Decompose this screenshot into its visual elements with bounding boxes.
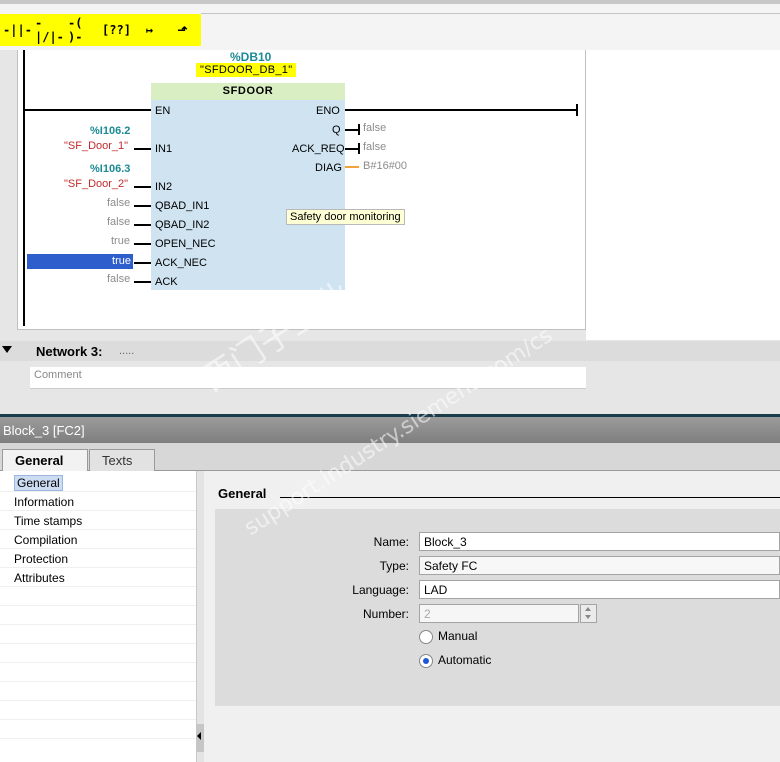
spin-down-icon[interactable] — [585, 615, 591, 619]
pin-ack-req: ACK_REQ — [292, 143, 345, 155]
eno-wire-end — [576, 104, 578, 116]
ack-req-value[interactable]: false — [363, 141, 386, 153]
pin-ack: ACK — [155, 276, 178, 288]
pin-qbad-in2: QBAD_IN2 — [155, 219, 210, 231]
q-wire-tick — [358, 124, 360, 135]
in1-symbol[interactable]: "SF_Door_1" — [64, 140, 128, 152]
pin-diag: DIAG — [315, 162, 342, 174]
pin-in2: IN2 — [155, 181, 173, 193]
nav-item-time-stamps[interactable]: Time stamps — [14, 514, 82, 528]
language-select[interactable]: LAD — [419, 580, 780, 599]
name-label: Name: — [373, 535, 409, 549]
section-title: General — [218, 486, 267, 501]
function-block-title: SFDOOR — [151, 83, 345, 100]
number-label: Number: — [362, 607, 409, 621]
close-branch-icon[interactable]: ⬏ — [167, 17, 198, 43]
ack-value[interactable]: false — [107, 273, 130, 285]
network-3-title: Network 3: — [36, 344, 103, 359]
tab-texts[interactable]: Texts — [89, 449, 155, 471]
section-rule — [280, 497, 780, 498]
pin-open-nec: OPEN_NEC — [155, 238, 216, 250]
lad-instruction-toolbar: -||- -|/|- -( )- [??] ↦ ⬏ — [0, 14, 201, 46]
q-wire — [345, 129, 359, 131]
network-3-name[interactable]: ..... — [119, 345, 134, 357]
network-3-comment[interactable]: Comment — [30, 367, 586, 389]
pin-q: Q — [332, 124, 341, 136]
automatic-radio[interactable] — [419, 654, 433, 668]
qbad-in2-value[interactable]: false — [107, 216, 130, 228]
name-field[interactable]: Block_3 — [419, 532, 780, 551]
tab-general[interactable]: General — [2, 449, 88, 472]
type-label: Type: — [379, 559, 409, 573]
qbad-in1-wire — [134, 205, 151, 207]
q-value[interactable]: false — [363, 122, 386, 134]
pin-ack-nec: ACK_NEC — [155, 257, 207, 269]
pin-qbad-in1: QBAD_IN1 — [155, 200, 210, 212]
nav-item-information[interactable]: Information — [14, 495, 74, 509]
qbad-in2-wire — [134, 224, 151, 226]
in2-symbol[interactable]: "SF_Door_2" — [64, 178, 128, 190]
qbad-in1-value[interactable]: false — [107, 197, 130, 209]
nav-item-protection[interactable]: Protection — [14, 552, 68, 566]
collapse-arrow-icon[interactable] — [2, 346, 12, 353]
ack-nec-value[interactable]: true — [27, 254, 133, 269]
in2-wire — [134, 186, 151, 188]
pin-in1: IN1 — [155, 143, 173, 155]
in1-wire — [134, 148, 151, 150]
manual-radio-label[interactable]: Manual — [438, 629, 477, 643]
block-tooltip: Safety door monitoring — [286, 209, 405, 225]
nc-contact-icon[interactable]: -|/|- — [35, 16, 66, 44]
pin-eno: ENO — [316, 105, 340, 117]
in1-address: %I106.2 — [90, 125, 131, 137]
nav-scrollbar[interactable] — [196, 471, 204, 762]
ack-wire — [134, 281, 151, 283]
open-nec-wire — [134, 243, 151, 245]
type-field: Safety FC — [419, 556, 780, 575]
spin-up-icon[interactable] — [585, 607, 591, 611]
editor-background — [586, 50, 780, 340]
network-3-header[interactable] — [0, 341, 780, 361]
pin-en: EN — [155, 105, 171, 117]
eno-wire — [345, 109, 577, 111]
in2-address: %I106.3 — [90, 163, 131, 175]
manual-radio[interactable] — [419, 630, 433, 644]
automatic-radio-label[interactable]: Automatic — [438, 653, 491, 667]
ack-req-wire — [345, 148, 359, 150]
nav-item-attributes[interactable]: Attributes — [14, 571, 65, 585]
scroll-left-icon[interactable] — [197, 732, 201, 740]
ack-req-wire-tick — [358, 143, 360, 154]
nav-item-general[interactable]: General — [14, 475, 63, 491]
en-wire — [23, 109, 151, 111]
language-label: Language: — [352, 583, 409, 597]
diag-wire — [345, 166, 359, 168]
nav-item-compilation[interactable]: Compilation — [14, 533, 77, 547]
properties-title: Block_3 [FC2] — [0, 417, 780, 443]
instance-db-address: %DB10 — [230, 50, 272, 64]
open-branch-icon[interactable]: ↦ — [134, 17, 165, 43]
empty-box-icon[interactable]: [??] — [101, 17, 132, 43]
toolbar-divider — [201, 13, 780, 14]
coil-icon[interactable]: -( )- — [68, 16, 99, 44]
no-contact-icon[interactable]: -||- — [2, 17, 33, 43]
ack-nec-wire — [134, 262, 151, 264]
left-power-rail — [23, 50, 25, 326]
number-field[interactable]: 2 — [419, 604, 579, 623]
instance-db-name[interactable]: "SFDOOR_DB_1" — [196, 63, 297, 77]
diag-value[interactable]: B#16#00 — [363, 160, 407, 172]
open-nec-value[interactable]: true — [111, 235, 130, 247]
